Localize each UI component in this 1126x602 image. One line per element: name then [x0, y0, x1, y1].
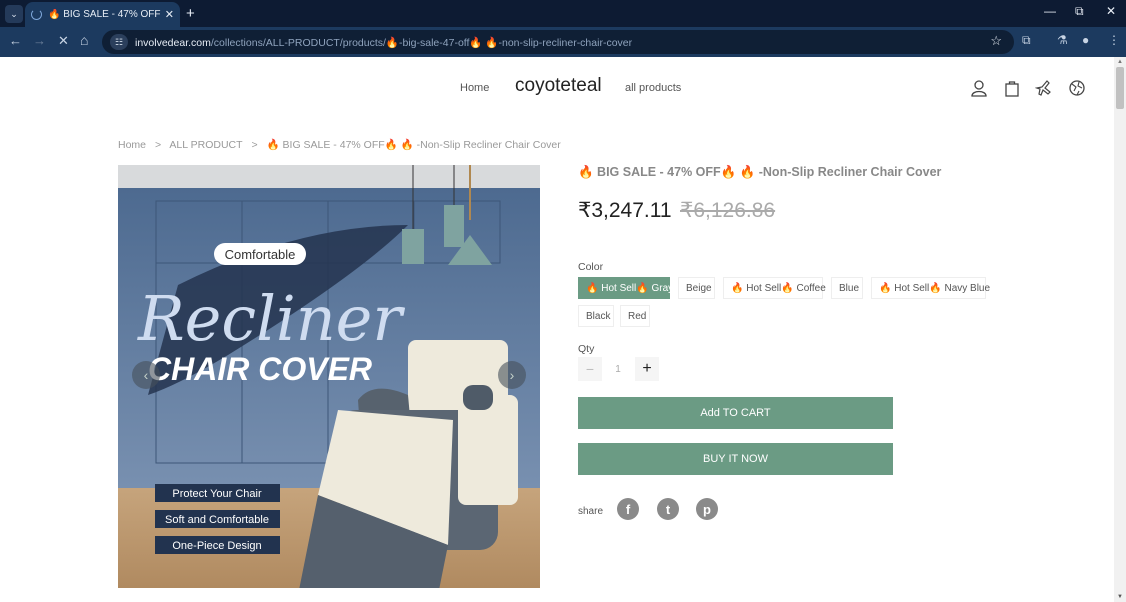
feature-labels: Protect Your Chair Soft and Comfortable …	[155, 484, 280, 554]
color-option-beige[interactable]: Beige	[678, 277, 715, 299]
buy-it-now-button[interactable]: BUY IT NOW	[578, 443, 893, 475]
product-title: 🔥 BIG SALE - 47% OFF🔥 🔥 -Non-Slip Reclin…	[578, 165, 942, 179]
breadcrumb-current: 🔥 BIG SALE - 47% OFF🔥 🔥 -Non-Slip Reclin…	[266, 139, 561, 151]
qty-label: Qty	[578, 343, 595, 355]
site-logo[interactable]: coyoteteal	[515, 75, 602, 97]
bookmark-star-icon[interactable]: ☆	[990, 33, 1002, 49]
feature-label: Protect Your Chair	[172, 488, 262, 500]
breadcrumb-home[interactable]: Home	[118, 139, 146, 151]
color-option-black[interactable]: Black	[578, 305, 614, 327]
back-button[interactable]: ←	[9, 33, 22, 48]
page-scrollbar[interactable]: ▲ ▼	[1114, 57, 1126, 602]
window-close-button[interactable]: ✕	[1106, 4, 1116, 18]
globe-icon[interactable]	[1068, 79, 1086, 97]
profile-icon[interactable]: ●	[1082, 33, 1089, 47]
labs-icon[interactable]: ⚗	[1057, 33, 1068, 47]
user-icon[interactable]	[970, 79, 988, 97]
plane-icon[interactable]	[1035, 79, 1053, 97]
share-label: share	[578, 506, 604, 517]
product-image-gallery[interactable]: Comfortable Recliner CHAIR COVER Protect…	[118, 165, 540, 588]
qty-input[interactable]: 1	[606, 357, 630, 381]
tab-search-button[interactable]: ⌄	[5, 5, 23, 23]
color-option-hot-sell-gray[interactable]: 🔥 Hot Sell🔥 Gray	[578, 277, 673, 299]
feature-label: One-Piece Design	[172, 540, 261, 552]
image-headline-sub: CHAIR COVER	[148, 351, 372, 387]
color-option-blue[interactable]: Blue	[831, 277, 863, 299]
nav-home-link[interactable]: Home	[460, 82, 489, 94]
tab-close-icon[interactable]: ✕	[165, 8, 174, 21]
twitter-share-icon[interactable]: t	[657, 498, 679, 520]
url-host: involvedear.com	[135, 36, 211, 49]
url-text[interactable]: involvedear.com/collections/ALL-PRODUCT/…	[135, 36, 632, 49]
breadcrumb-separator: >	[251, 139, 258, 151]
url-path: /collections/ALL-PRODUCT/products/🔥-big-…	[210, 36, 633, 49]
gallery-prev-button[interactable]: ‹	[132, 361, 160, 389]
scroll-up-arrow-icon[interactable]: ▲	[1117, 59, 1123, 65]
image-badge-text: Comfortable	[225, 247, 296, 262]
tab-title: 🔥 BIG SALE - 47% OFF🔥🔥-Non-Slip Recliner…	[48, 9, 161, 20]
new-tab-button[interactable]: +	[186, 5, 195, 22]
color-label: Color	[578, 261, 604, 273]
color-option-hot-sell-coffee[interactable]: 🔥 Hot Sell🔥 Coffee	[723, 277, 826, 299]
breadcrumb: Home > ALL PRODUCT > 🔥 BIG SALE - 47% OF…	[118, 138, 567, 151]
gallery-next-button[interactable]: ›	[498, 361, 526, 389]
color-option-hot-sell-navy-blue[interactable]: 🔥 Hot Sell🔥 Navy Blue	[871, 277, 990, 299]
home-button[interactable]: ⌂	[80, 32, 88, 48]
extensions-icon[interactable]: ⧉	[1022, 33, 1031, 48]
feature-label: Soft and Comfortable	[165, 514, 269, 526]
color-option-red[interactable]: Red	[620, 305, 650, 327]
product-price: ₹3,247.11	[578, 199, 672, 222]
minimize-button[interactable]: —	[1044, 4, 1056, 18]
scrollbar-thumb[interactable]	[1116, 67, 1124, 109]
image-headline-script: Recliner	[137, 282, 405, 355]
facebook-share-icon[interactable]: f	[617, 498, 639, 520]
breadcrumb-all-product[interactable]: ALL PRODUCT	[169, 139, 242, 151]
add-to-cart-button[interactable]: Add TO CART	[578, 397, 893, 429]
restore-button[interactable]: ⧉	[1075, 4, 1084, 19]
stop-button[interactable]: ✕	[58, 33, 69, 49]
pinterest-share-icon[interactable]: p	[696, 498, 718, 520]
web-page: Home coyoteteal all products Home > ALL …	[0, 57, 1114, 602]
site-info-icon[interactable]: ☷	[110, 34, 128, 50]
loading-spinner-icon	[31, 9, 42, 20]
qty-decrease-button[interactable]: −	[578, 357, 602, 381]
product-image: Comfortable Recliner CHAIR COVER Protect…	[118, 165, 540, 588]
browser-tab-active[interactable]: 🔥 BIG SALE - 47% OFF🔥🔥-Non-Slip Recliner…	[25, 2, 180, 27]
browser-menu-icon[interactable]: ⋮	[1108, 33, 1120, 47]
bag-icon[interactable]	[1003, 79, 1021, 97]
browser-tab-strip: ⌄ 🔥 BIG SALE - 47% OFF🔥🔥-Non-Slip Reclin…	[0, 0, 1126, 27]
compare-at-price: ₹6,126.86	[680, 199, 776, 222]
nav-all-products-link[interactable]: all products	[625, 82, 681, 94]
scroll-down-arrow-icon[interactable]: ▼	[1117, 594, 1123, 600]
qty-increase-button[interactable]: +	[635, 357, 659, 381]
breadcrumb-separator: >	[154, 139, 162, 151]
address-bar[interactable]: ☷ involvedear.com/collections/ALL-PRODUC…	[102, 30, 1014, 54]
forward-button[interactable]: →	[33, 33, 46, 48]
